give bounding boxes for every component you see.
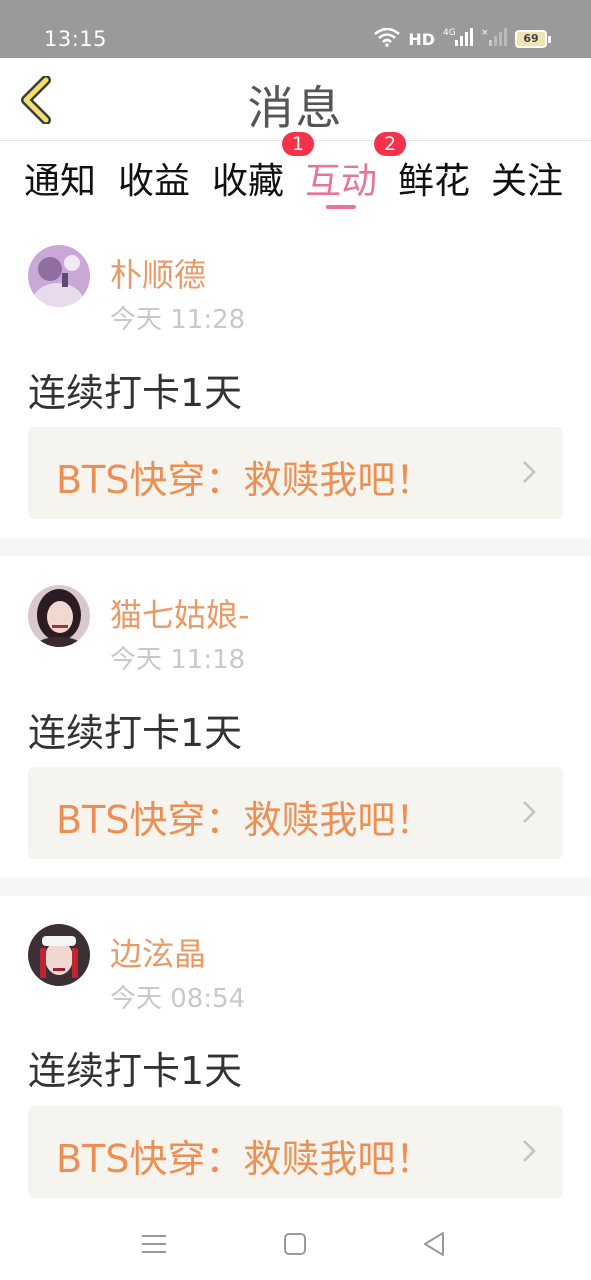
divider bbox=[0, 538, 591, 556]
back-triangle-icon bbox=[424, 1232, 444, 1256]
menu-button[interactable] bbox=[134, 1224, 174, 1264]
username[interactable]: 边泫晶 bbox=[110, 929, 206, 975]
tab-notifications[interactable]: 通知 bbox=[24, 152, 96, 204]
username[interactable]: 朴顺德 bbox=[110, 250, 206, 296]
book-title: BTS快穿：救赎我吧！ bbox=[56, 798, 434, 842]
system-nav-bar bbox=[0, 1210, 591, 1280]
message-card: 猫七姑娘- 今天 11:18 连续打卡1天 BTS快穿：救赎我吧！ bbox=[0, 556, 591, 878]
username[interactable]: 猫七姑娘- bbox=[110, 590, 250, 636]
tab-favorites[interactable]: 收藏 bbox=[212, 152, 284, 204]
message-card: 朴顺德 今天 11:28 连续打卡1天 BTS快穿：救赎我吧！ bbox=[0, 220, 591, 538]
tab-following[interactable]: 关注 bbox=[491, 152, 563, 204]
book-title: BTS快穿：救赎我吧！ bbox=[56, 458, 434, 502]
status-icons: HD 4G × 69 bbox=[374, 26, 551, 52]
message-text: 连续打卡1天 bbox=[28, 371, 243, 415]
avatar[interactable] bbox=[28, 924, 90, 986]
chevron-right-icon bbox=[523, 461, 536, 483]
avatar[interactable] bbox=[28, 245, 90, 307]
battery-level: 69 bbox=[515, 30, 547, 48]
message-text: 连续打卡1天 bbox=[28, 1049, 243, 1093]
battery-icon: 69 bbox=[515, 30, 551, 48]
timestamp: 今天 08:54 bbox=[110, 984, 246, 1014]
timestamp: 今天 11:18 bbox=[110, 645, 246, 675]
menu-icon bbox=[142, 1235, 166, 1253]
message-text: 连续打卡1天 bbox=[28, 711, 243, 755]
signal-weak-icon: × bbox=[481, 26, 507, 52]
tab-flowers[interactable]: 鲜花 bbox=[398, 152, 470, 204]
status-time: 13:15 bbox=[44, 27, 108, 51]
system-back-button[interactable] bbox=[414, 1224, 454, 1264]
divider bbox=[0, 878, 591, 896]
avatar[interactable] bbox=[28, 585, 90, 647]
book-title: BTS快穿：救赎我吧！ bbox=[56, 1137, 434, 1181]
home-button[interactable] bbox=[275, 1224, 315, 1264]
chevron-right-icon bbox=[523, 801, 536, 823]
signal-4g-icon: 4G bbox=[443, 26, 473, 52]
chevron-right-icon bbox=[523, 1140, 536, 1162]
badge-interactions: 2 bbox=[374, 132, 406, 156]
header: 消息 bbox=[0, 58, 591, 141]
book-link[interactable]: BTS快穿：救赎我吧！ bbox=[28, 1106, 563, 1198]
wifi-icon bbox=[374, 27, 401, 51]
book-link[interactable]: BTS快穿：救赎我吧！ bbox=[28, 767, 563, 859]
tab-bar: 通知 收益 收藏 互动 鲜花 关注 1 2 bbox=[0, 132, 591, 220]
svg-text:×: × bbox=[481, 28, 489, 38]
status-bar: 13:15 HD 4G × 69 bbox=[0, 0, 591, 58]
page-title: 消息 bbox=[247, 81, 344, 135]
svg-text:4G: 4G bbox=[443, 28, 456, 38]
active-tab-indicator bbox=[326, 205, 356, 209]
tab-earnings[interactable]: 收益 bbox=[118, 152, 190, 204]
tab-interactions[interactable]: 互动 bbox=[305, 152, 377, 204]
timestamp: 今天 11:28 bbox=[110, 305, 246, 335]
home-square-icon bbox=[284, 1233, 306, 1255]
book-link[interactable]: BTS快穿：救赎我吧！ bbox=[28, 427, 563, 519]
hd-label: HD bbox=[408, 29, 435, 49]
badge-favorites: 1 bbox=[282, 132, 314, 156]
message-card: 边泫晶 今天 08:54 连续打卡1天 BTS快穿：救赎我吧！ bbox=[0, 896, 591, 1210]
